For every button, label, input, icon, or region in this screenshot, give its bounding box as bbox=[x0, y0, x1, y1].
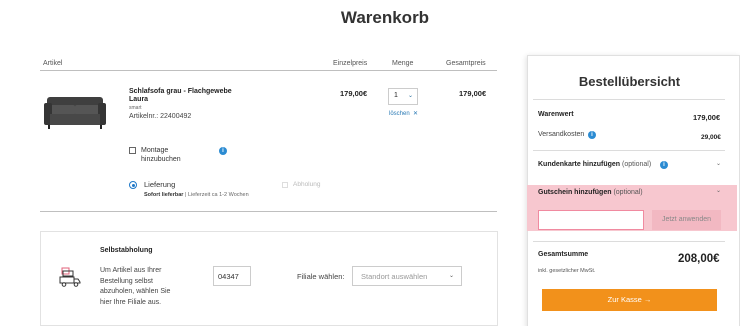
kundenkarte-optional: (optional) bbox=[622, 161, 652, 168]
gutschein-apply-button[interactable]: Jetzt anwenden bbox=[652, 210, 721, 230]
montage-label[interactable]: Montage hinzubuchen bbox=[141, 146, 201, 164]
sofa-image[interactable] bbox=[43, 93, 107, 131]
gutschein-label: Gutschein hinzufügen bbox=[538, 189, 612, 196]
selbstabholung-text: Um Artikel aus Ihrer Bestellung selbst a… bbox=[100, 267, 171, 306]
filiale-placeholder: Standort auswählen bbox=[361, 272, 428, 281]
remove-link[interactable]: löschen ✕ bbox=[389, 110, 418, 117]
montage-checkbox[interactable] bbox=[129, 147, 136, 154]
lieferung-info: Sofort lieferbar | Lieferzeit ca 1-2 Woc… bbox=[144, 192, 249, 198]
chevron-down-icon: ⌄ bbox=[407, 93, 413, 99]
filiale-select[interactable]: Standort auswählen ⌄ bbox=[352, 266, 462, 286]
unit-price: 179,00€ bbox=[340, 89, 368, 98]
row-divider bbox=[40, 211, 497, 212]
filiale-label: Filiale wählen: bbox=[297, 272, 345, 281]
close-icon: ✕ bbox=[411, 111, 419, 117]
abholung-checkbox bbox=[282, 182, 288, 188]
info-icon[interactable]: i bbox=[219, 147, 227, 155]
gutschein-input[interactable] bbox=[538, 210, 644, 230]
abholung-label: Abholung bbox=[293, 181, 321, 188]
header-artikel: Artikel bbox=[43, 60, 63, 67]
product-artnr: Artikelnr.: 22400492 bbox=[129, 113, 192, 120]
summary-divider bbox=[533, 241, 725, 242]
summary-divider bbox=[533, 150, 725, 151]
header-gesamtpreis: Gesamtpreis bbox=[446, 60, 486, 67]
lieferung-status: Sofort lieferbar bbox=[144, 192, 184, 198]
chevron-down-icon: ⌄ bbox=[448, 273, 454, 279]
pickup-truck-icon bbox=[59, 267, 81, 287]
info-icon[interactable]: i bbox=[588, 131, 596, 139]
gutschein-toggle[interactable]: Gutschein hinzufügen (optional) bbox=[538, 189, 643, 196]
lieferung-time: Lieferzeit ca 1-2 Wochen bbox=[187, 192, 249, 198]
gutschein-optional: (optional) bbox=[613, 189, 643, 196]
plz-input[interactable]: 04347 bbox=[213, 266, 251, 286]
chevron-down-icon[interactable]: ⌄ bbox=[716, 160, 721, 167]
mwst-label: inkl. gesetzlicher MwSt. bbox=[538, 268, 596, 274]
quantity-select[interactable]: 1 ⌄ bbox=[388, 88, 418, 105]
product-brand: smart bbox=[129, 105, 142, 111]
quantity-value: 1 bbox=[394, 92, 398, 99]
checkout-button[interactable]: Zur Kasse → bbox=[542, 289, 717, 311]
selbstabholung-title: Selbstabholung bbox=[100, 247, 153, 254]
versand-label: Versandkosten bbox=[538, 131, 585, 138]
warenwert-value: 179,00€ bbox=[693, 113, 721, 122]
lieferung-label[interactable]: Lieferung bbox=[144, 180, 175, 189]
header-menge: Menge bbox=[392, 60, 414, 67]
header-einzelpreis: Einzelpreis bbox=[333, 60, 368, 67]
product-name[interactable]: Schlafsofa grau - Flachgewebe Laura bbox=[129, 88, 239, 104]
gesamt-label: Gesamtsumme bbox=[538, 251, 589, 258]
summary-divider bbox=[533, 99, 725, 100]
page-title: Warenkorb bbox=[340, 8, 430, 27]
remove-label: löschen bbox=[389, 111, 410, 117]
versand-value: 29,00€ bbox=[701, 134, 721, 141]
header-divider bbox=[40, 70, 497, 71]
warenwert-label: Warenwert bbox=[538, 111, 574, 118]
info-icon[interactable]: i bbox=[660, 161, 668, 169]
kundenkarte-toggle[interactable]: Kundenkarte hinzufügen (optional) bbox=[538, 161, 651, 168]
chevron-up-icon[interactable]: ⌄ bbox=[716, 187, 721, 194]
total-price: 179,00€ bbox=[459, 89, 487, 98]
summary-title: Bestellübersicht bbox=[578, 74, 681, 89]
lieferung-radio[interactable] bbox=[129, 181, 137, 189]
gesamt-value: 208,00€ bbox=[678, 253, 720, 265]
kundenkarte-label: Kundenkarte hinzufügen bbox=[538, 161, 621, 168]
